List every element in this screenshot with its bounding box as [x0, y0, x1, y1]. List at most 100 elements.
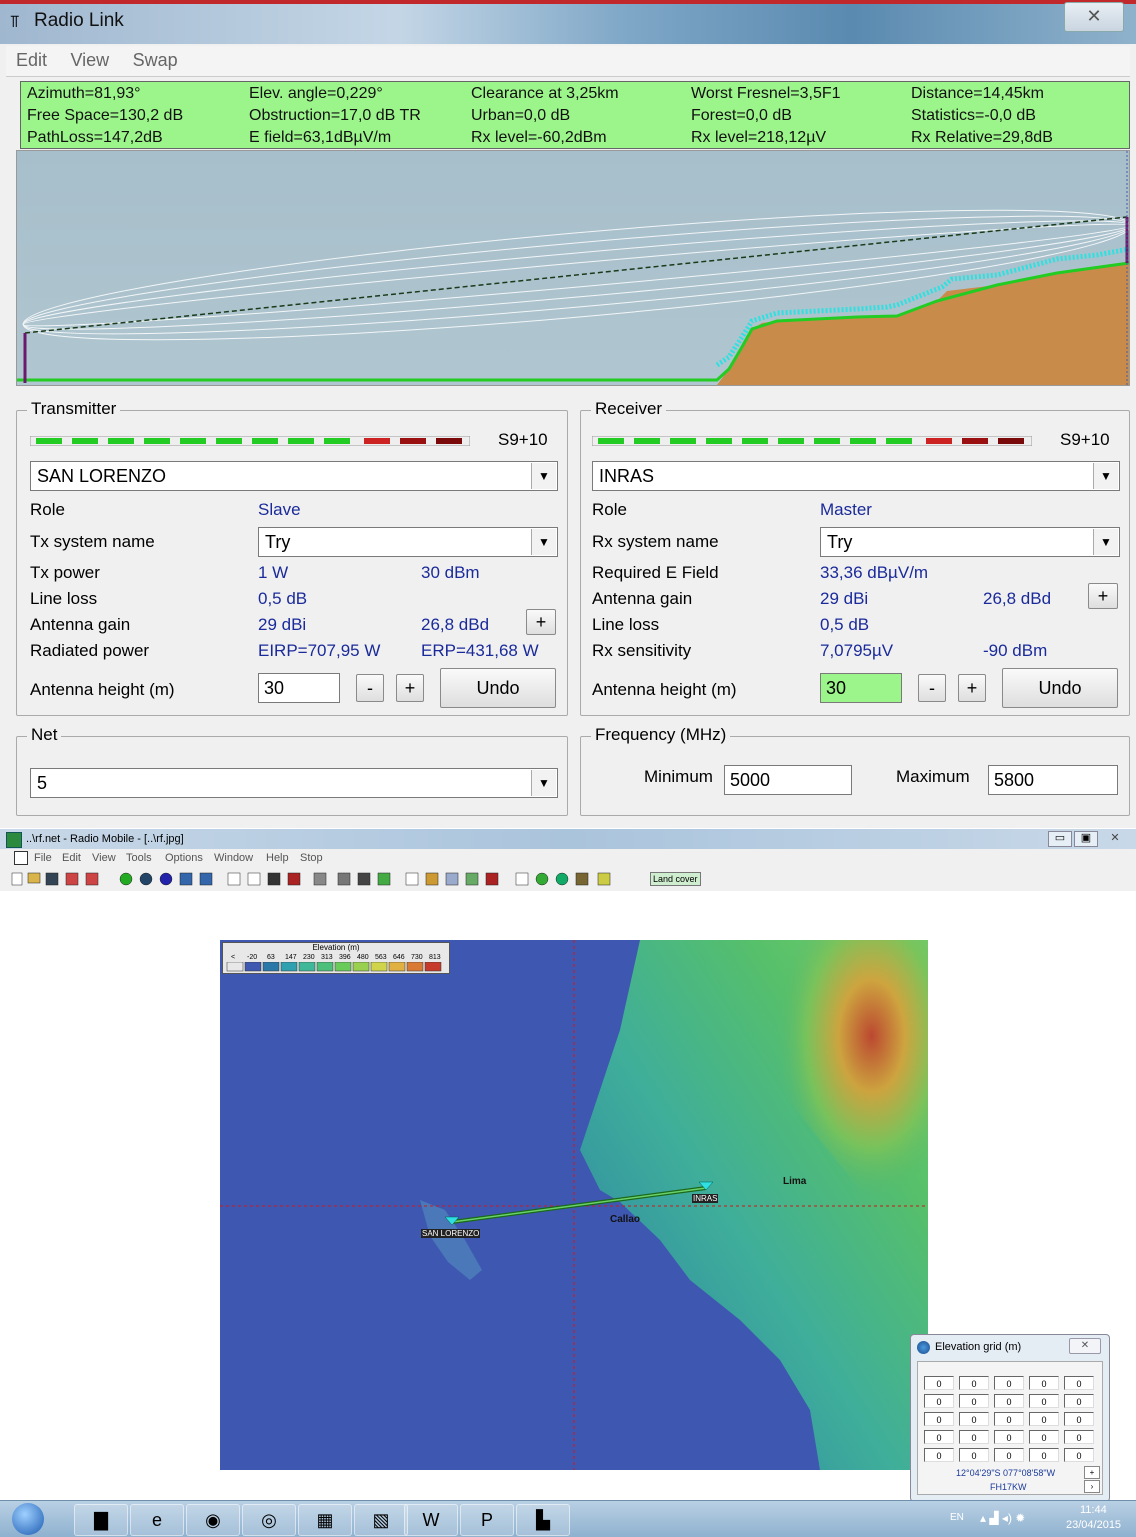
taskbar-chrome-icon[interactable]: ◎	[242, 1504, 296, 1536]
tx-station-value: SAN LORENZO	[37, 466, 167, 486]
elevation-grid-cell: 0	[1064, 1412, 1094, 1426]
toolbar-icons[interactable]	[0, 867, 640, 891]
taskbar-word-icon[interactable]: W	[404, 1504, 458, 1536]
elevation-grid-window[interactable]: Elevation grid (m) ✕ 0000000000000000000…	[910, 1334, 1110, 1502]
elevation-grid-cell: 0	[994, 1430, 1024, 1444]
stat-elev-angle: Elev. angle=0,229°	[249, 85, 383, 102]
elevation-grid-cell: 0	[924, 1394, 954, 1408]
rx-height-plus-button[interactable]: +	[958, 674, 986, 702]
rx-station-value: INRAS	[599, 466, 655, 486]
elevation-grid-cell: 0	[959, 1394, 989, 1408]
taskbar-date: 23/04/2015	[1066, 1519, 1122, 1531]
tx-height-plus-button[interactable]: +	[396, 674, 424, 702]
taskbar-radio-mobile-icon[interactable]: ▙	[516, 1504, 570, 1536]
taskbar-explorer-icon[interactable]: ▧	[354, 1504, 408, 1536]
rx-station-select[interactable]: INRAS ▼	[592, 461, 1120, 491]
elevation-grid-cell: 0	[924, 1412, 954, 1426]
map-label-san-lorenzo: SAN LORENZO	[421, 1229, 481, 1238]
close-icon[interactable]: ✕	[1069, 1338, 1101, 1354]
tx-height-minus-button[interactable]: -	[356, 674, 384, 702]
menu-window[interactable]: Window	[214, 852, 253, 864]
chevron-right-icon[interactable]: ›	[1084, 1480, 1100, 1493]
terrain-map-graphic	[220, 940, 928, 1470]
tx-gain-plus-button[interactable]: +	[526, 609, 556, 635]
elevation-grid-cell: 0	[994, 1394, 1024, 1408]
menu-stop[interactable]: Stop	[300, 852, 323, 864]
taskbar-app-icon[interactable]: ▦	[298, 1504, 352, 1536]
menu-view[interactable]: View	[60, 46, 118, 71]
stat-free-space: Free Space=130,2 dB	[27, 107, 184, 124]
elevation-grid-plus-button[interactable]: +	[1084, 1466, 1100, 1479]
tx-power-dbm: 30 dBm	[421, 563, 480, 582]
radio-mobile-titlebar[interactable]: ..\rf.net - Radio Mobile - [..\rf.jpg] ▭…	[0, 829, 1136, 849]
elevation-grid-cell: 0	[1029, 1430, 1059, 1444]
menu-file[interactable]: File	[34, 852, 52, 864]
stat-clearance: Clearance at 3,25km	[471, 85, 619, 102]
net-group-label: Net	[27, 725, 62, 745]
elevation-grid-cell: 0	[1029, 1376, 1059, 1390]
menu-view[interactable]: View	[92, 852, 116, 864]
tx-undo-button[interactable]: Undo	[440, 668, 556, 708]
minimize-icon[interactable]: ▭	[1048, 831, 1072, 847]
menu-options[interactable]: Options	[165, 852, 203, 864]
menu-swap[interactable]: Swap	[123, 46, 187, 71]
tx-station-select[interactable]: SAN LORENZO ▼	[30, 461, 558, 491]
document-icon	[14, 851, 28, 865]
rx-height-input[interactable]: 30	[820, 673, 902, 703]
menu-edit[interactable]: Edit	[62, 852, 81, 864]
frequency-group-label: Frequency (MHz)	[591, 725, 731, 745]
land-cover-button[interactable]: Land cover	[650, 872, 701, 886]
rx-height-minus-button[interactable]: -	[918, 674, 946, 702]
close-icon[interactable]: ✕	[1102, 831, 1128, 845]
tray-icons[interactable]: ▴ ▟ ◂) ✹	[980, 1511, 1025, 1525]
elevation-grid-cell: 0	[994, 1448, 1024, 1462]
net-select[interactable]: 5 ▼	[30, 768, 558, 798]
chevron-down-icon[interactable]: ▼	[1093, 463, 1118, 489]
taskbar-powerpoint-icon[interactable]: P	[460, 1504, 514, 1536]
rx-sens-uv: 7,0795µV	[820, 641, 894, 660]
radio-link-titlebar[interactable]: ⫪ Radio Link	[0, 0, 1136, 44]
receiver-group-label: Receiver	[591, 399, 667, 419]
stat-rx-level-uv: Rx level=218,12µV	[691, 129, 827, 146]
taskbar-language[interactable]: EN	[950, 1512, 964, 1523]
chevron-down-icon[interactable]: ▼	[531, 463, 556, 489]
rx-gain-plus-button[interactable]: +	[1088, 583, 1118, 609]
frequency-min-input[interactable]: 5000	[724, 765, 852, 795]
elevation-grid-cell: 0	[924, 1430, 954, 1444]
close-icon[interactable]: ✕	[1064, 2, 1124, 32]
frequency-min-label: Minimum	[644, 767, 713, 786]
path-profile-graph	[17, 151, 1129, 385]
elevation-grid-cell: 0	[959, 1430, 989, 1444]
rx-system-select[interactable]: Try ▼	[820, 527, 1120, 557]
stat-e-field: E field=63,1dBµV/m	[249, 129, 392, 146]
taskbar-ie-icon[interactable]: e	[130, 1504, 184, 1536]
menu-help[interactable]: Help	[266, 852, 289, 864]
tx-height-input[interactable]: 30	[258, 673, 340, 703]
stat-distance: Distance=14,45km	[911, 85, 1044, 102]
chevron-down-icon[interactable]: ▼	[531, 770, 556, 796]
start-button-icon[interactable]	[12, 1503, 44, 1535]
legend-swatches	[226, 962, 442, 972]
stat-statistics: Statistics=-0,0 dB	[911, 107, 1036, 124]
menu-tools[interactable]: Tools	[126, 852, 152, 864]
tx-gain-label: Antenna gain	[30, 615, 131, 634]
stat-worst-fresnel: Worst Fresnel=3,5F1	[691, 85, 841, 102]
link-statistics-panel: Azimuth=81,93° Elev. angle=0,229° Cleara…	[20, 81, 1130, 149]
taskbar-media-icon[interactable]: ◉	[186, 1504, 240, 1536]
rx-height-label: Antenna height (m)	[592, 680, 737, 699]
chevron-down-icon[interactable]: ▼	[1093, 529, 1118, 555]
taskbar-folder-icon[interactable]: ▇	[74, 1504, 128, 1536]
menu-edit[interactable]: Edit	[6, 46, 56, 71]
tx-gain-dbd: 26,8 dBd	[421, 615, 490, 634]
stat-urban: Urban=0,0 dB	[471, 107, 571, 124]
rx-undo-button[interactable]: Undo	[1002, 668, 1118, 708]
map-label-lima: Lima	[783, 1176, 807, 1187]
path-profile[interactable]	[16, 150, 1130, 386]
chevron-down-icon[interactable]: ▼	[531, 529, 556, 555]
frequency-max-input[interactable]: 5800	[988, 765, 1118, 795]
maximize-icon[interactable]: ▣	[1074, 831, 1098, 847]
tx-system-select[interactable]: Try ▼	[258, 527, 558, 557]
tx-role-value: Slave	[258, 500, 301, 519]
terrain-map[interactable]: SAN LORENZO INRAS Callao Lima	[220, 940, 928, 1470]
tx-system-value: Try	[265, 532, 291, 552]
